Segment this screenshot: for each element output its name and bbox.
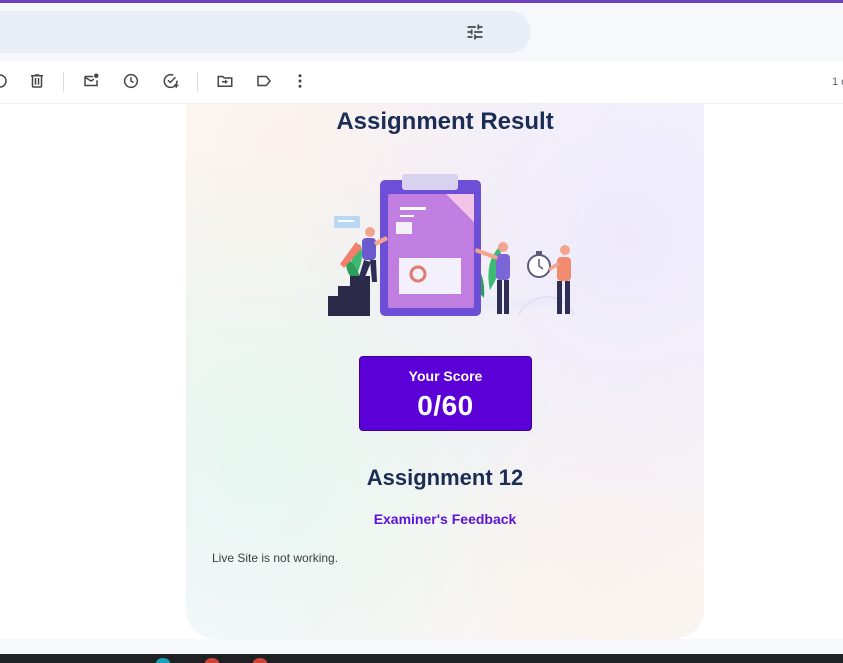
page-count: 1 c <box>832 76 843 88</box>
taskbar-app-icon[interactable] <box>253 658 267 663</box>
score-label: Your Score <box>408 368 483 384</box>
feedback-text: Live Site is not working. <box>212 551 339 565</box>
bottom-strip <box>0 639 843 654</box>
label-button[interactable] <box>251 70 277 96</box>
search-bar[interactable] <box>0 11 531 53</box>
os-taskbar <box>0 654 843 663</box>
delete-icon <box>28 72 46 95</box>
search-area <box>0 3 843 61</box>
taskbar-app-icon[interactable] <box>205 658 219 663</box>
report-spam-button[interactable] <box>0 70 13 96</box>
add-to-tasks-button[interactable] <box>158 70 184 96</box>
tune-icon <box>465 22 485 47</box>
snooze-button[interactable] <box>118 70 144 96</box>
message-toolbar: 1 c <box>0 61 843 104</box>
toolbar-divider <box>197 72 198 92</box>
report-spam-icon <box>0 72 9 95</box>
feedback-title: Examiner's Feedback <box>373 511 517 527</box>
taskbar-app-icon[interactable] <box>156 658 170 663</box>
mark-unread-icon <box>82 72 100 95</box>
email-body: Assignment Result Your Score 0/60 Assign… <box>0 104 843 639</box>
delete-button[interactable] <box>24 70 50 96</box>
snooze-icon <box>122 72 140 95</box>
assignment-name: Assignment 12 <box>366 465 524 490</box>
label-icon <box>255 72 273 95</box>
page-title: Assignment Result <box>336 108 554 135</box>
score-box: Your Score 0/60 <box>359 356 532 431</box>
toolbar-divider <box>63 72 64 92</box>
more-options-button[interactable] <box>287 70 313 96</box>
mark-unread-button[interactable] <box>78 70 104 96</box>
assignment-clipboard-illustration <box>314 170 576 320</box>
move-to-button[interactable] <box>212 70 238 96</box>
result-card: Assignment Result Your Score 0/60 Assign… <box>186 104 704 639</box>
add-to-tasks-icon <box>162 72 180 95</box>
score-value: 0/60 <box>417 390 474 421</box>
more-options-icon <box>291 72 309 95</box>
move-to-icon <box>216 72 234 95</box>
search-options-button[interactable] <box>461 20 489 48</box>
